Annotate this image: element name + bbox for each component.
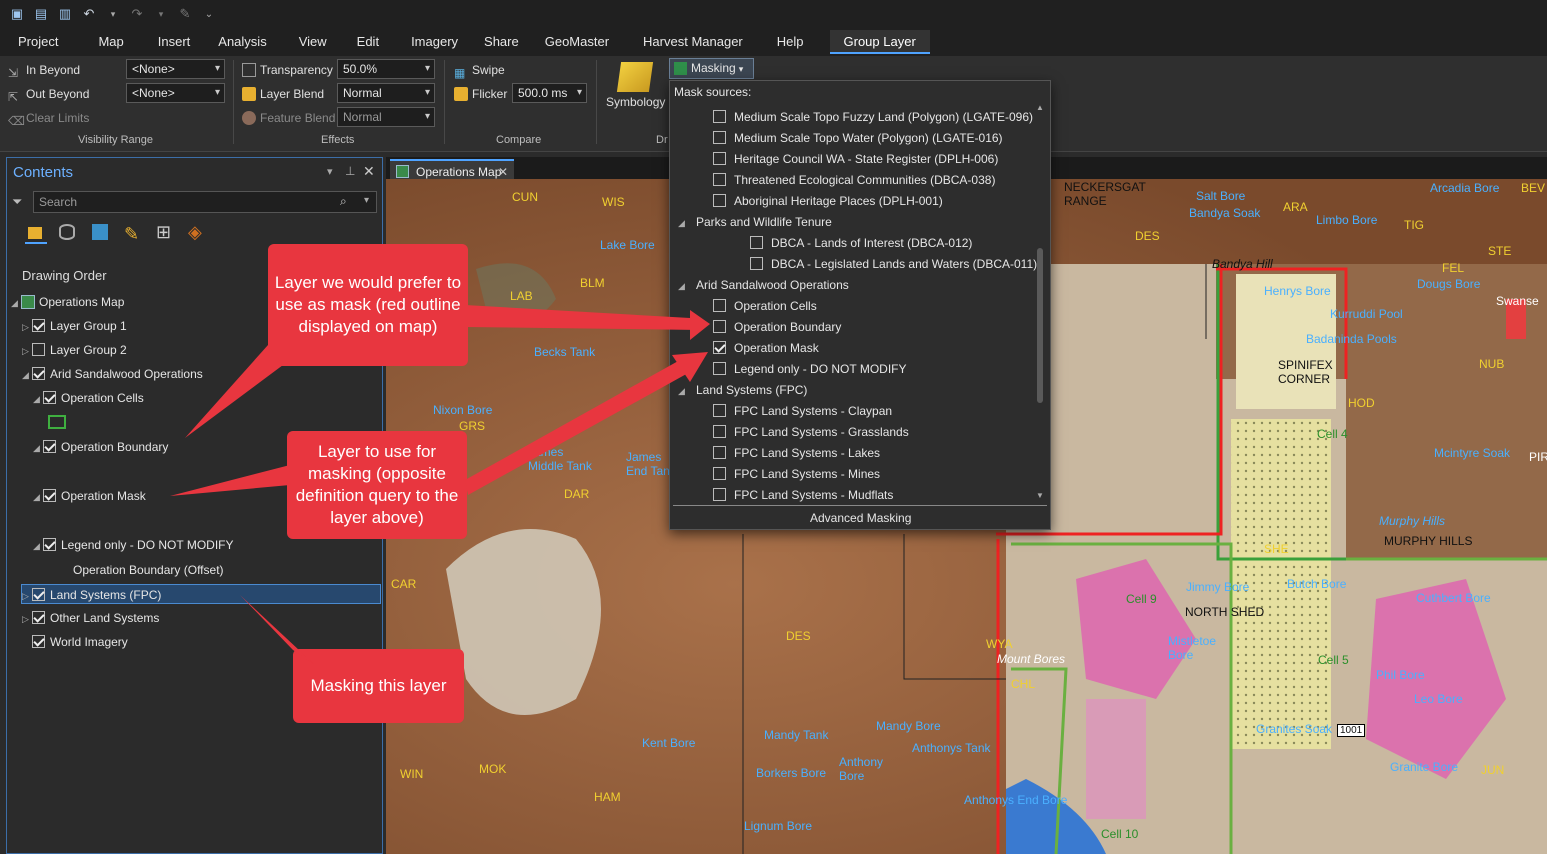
arrow-to-operation-boundary <box>185 345 283 438</box>
arrow-to-operation-boundary-checkbox <box>465 305 700 330</box>
arrow-to-land-systems <box>240 595 315 665</box>
arrow-to-operation-mask-checkbox <box>465 360 690 495</box>
arrow-to-operation-mask <box>170 465 290 496</box>
callout-arrows <box>170 305 710 665</box>
arrow-head <box>690 310 710 340</box>
